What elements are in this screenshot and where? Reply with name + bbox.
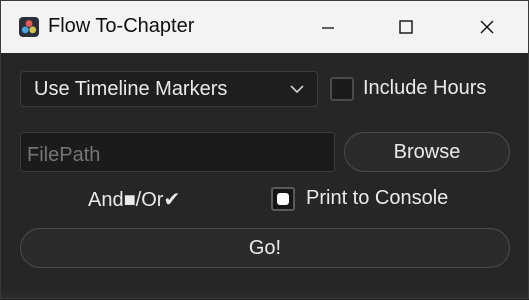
minimize-button[interactable]: [306, 10, 350, 44]
main-content: Use Timeline Markers Include Hours Brows…: [1, 53, 528, 300]
include-hours-label[interactable]: Include Hours: [363, 77, 486, 100]
include-hours-checkbox[interactable]: [330, 77, 354, 101]
title-bar[interactable]: Flow To-Chapter: [1, 1, 528, 53]
maximize-button[interactable]: [384, 10, 428, 44]
marker-mode-dropdown[interactable]: Use Timeline Markers: [20, 71, 318, 107]
minimize-icon: [322, 27, 334, 29]
close-button[interactable]: [465, 10, 509, 44]
marker-mode-value: Use Timeline Markers: [34, 78, 228, 100]
print-to-console-label[interactable]: Print to Console: [306, 187, 448, 210]
go-button[interactable]: Go!: [20, 228, 510, 268]
background-window-edge: [1, 292, 528, 298]
chevron-down-icon: [290, 85, 304, 94]
checkbox-checked-mark: [277, 193, 289, 205]
close-icon: [480, 20, 494, 34]
maximize-icon: [399, 20, 413, 34]
app-window: Flow To-Chapter Use Timeline Markers Inc…: [0, 0, 529, 299]
davinci-resolve-icon: [19, 17, 39, 37]
browse-button[interactable]: Browse: [344, 132, 510, 172]
and-or-label: And■/Or✔: [88, 189, 181, 211]
print-to-console-checkbox[interactable]: [271, 187, 295, 211]
filepath-input[interactable]: [20, 132, 335, 172]
window-title: Flow To-Chapter: [48, 15, 195, 37]
